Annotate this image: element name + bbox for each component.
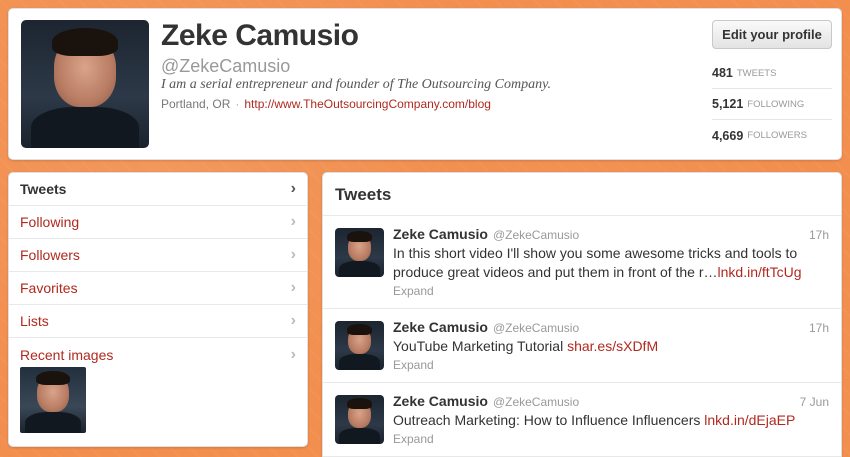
stat-following[interactable]: 5,121 FOLLOWING xyxy=(712,89,832,120)
tweet-text: YouTube Marketing Tutorial xyxy=(393,338,564,354)
nav-item-label: Favorites xyxy=(20,280,78,296)
tweet-timestamp[interactable]: 17h xyxy=(809,321,829,335)
edit-profile-button[interactable]: Edit your profile xyxy=(712,20,832,49)
nav-item-label: Tweets xyxy=(20,181,67,197)
tweet-link[interactable]: lnkd.in/ftTcUg xyxy=(718,264,802,280)
profile-stats: 481 TWEETS 5,121 FOLLOWING 4,669 FOLLOWE… xyxy=(712,58,832,151)
nav-item-following[interactable]: Following › xyxy=(9,206,307,239)
nav-item-followers[interactable]: Followers › xyxy=(9,239,307,272)
tweet-author-name[interactable]: Zeke Camusio xyxy=(393,393,488,409)
profile-bio: I am a serial entrepreneur and founder o… xyxy=(161,77,552,92)
chevron-right-icon: › xyxy=(290,279,296,296)
nav-item-lists[interactable]: Lists › xyxy=(9,305,307,338)
tweet-item[interactable]: Zeke Camusio @ZekeCamusio 7 Jun Outreach… xyxy=(323,383,841,457)
stat-label: TWEETS xyxy=(736,67,777,79)
profile-avatar[interactable] xyxy=(21,20,149,148)
stat-value: 4,669 xyxy=(712,128,744,143)
tweet-expand-link[interactable]: Expand xyxy=(393,358,829,372)
tweet-expand-link[interactable]: Expand xyxy=(393,432,829,446)
stat-label: FOLLOWING xyxy=(747,98,805,110)
tweet-author-handle[interactable]: @ZekeCamusio xyxy=(493,228,579,242)
tweets-heading: Tweets xyxy=(323,173,841,216)
tweet-avatar[interactable] xyxy=(335,395,384,444)
tweet-timestamp[interactable]: 7 Jun xyxy=(800,395,829,409)
chevron-right-icon: › xyxy=(290,213,296,230)
profile-nav: Tweets › Following › Followers › Favorit… xyxy=(8,172,308,447)
tweet-item[interactable]: Zeke Camusio @ZekeCamusio 17h YouTube Ma… xyxy=(323,309,841,383)
profile-location: Portland, OR xyxy=(161,97,231,111)
nav-item-label: Following xyxy=(20,214,80,230)
tweet-author-name[interactable]: Zeke Camusio xyxy=(393,226,488,242)
nav-item-label: Recent images xyxy=(20,346,114,363)
profile-name: Zeke Camusio xyxy=(161,19,359,52)
stat-tweets[interactable]: 481 TWEETS xyxy=(712,58,832,89)
nav-item-favorites[interactable]: Favorites › xyxy=(9,272,307,305)
tweet-link[interactable]: lnkd.in/dEjaEP xyxy=(704,412,795,428)
nav-item-label: Lists xyxy=(20,313,49,329)
profile-url-link[interactable]: http://www.TheOutsourcingCompany.com/blo… xyxy=(244,97,491,111)
tweet-author-handle[interactable]: @ZekeCamusio xyxy=(493,321,579,335)
nav-item-label: Followers xyxy=(20,247,80,263)
tweet-expand-link[interactable]: Expand xyxy=(393,284,829,298)
stat-label: FOLLOWERS xyxy=(747,130,807,141)
chevron-right-icon: › xyxy=(290,345,296,363)
tweet-author-name[interactable]: Zeke Camusio xyxy=(393,319,488,335)
profile-location-line: Portland, OR · http://www.TheOutsourcingCo… xyxy=(161,97,491,111)
tweet-text: Outreach Marketing: How to Influence Inf… xyxy=(393,412,701,428)
tweet-link[interactable]: shar.es/sXDfM xyxy=(567,338,658,354)
tweets-timeline: Tweets Zeke Camusio @ZekeCamusio 17h In … xyxy=(322,172,842,457)
profile-handle: @ZekeCamusio xyxy=(161,56,291,76)
nav-item-tweets[interactable]: Tweets › xyxy=(9,173,307,206)
chevron-right-icon: › xyxy=(290,180,296,197)
chevron-right-icon: › xyxy=(290,246,296,263)
tweet-item[interactable]: Zeke Camusio @ZekeCamusio 17h In this sh… xyxy=(323,216,841,309)
chevron-right-icon: › xyxy=(290,312,296,329)
recent-image-thumbnail[interactable] xyxy=(20,367,86,433)
tweet-timestamp[interactable]: 17h xyxy=(809,228,829,242)
stat-value: 5,121 xyxy=(712,97,744,111)
stat-value: 481 xyxy=(712,66,733,80)
tweet-avatar[interactable] xyxy=(335,321,384,370)
tweet-avatar[interactable] xyxy=(335,228,384,277)
stat-followers[interactable]: 4,669 FOLLOWERS xyxy=(712,120,832,151)
tweet-author-handle[interactable]: @ZekeCamusio xyxy=(493,395,579,409)
location-separator: · xyxy=(235,97,240,111)
profile-header: Zeke Camusio @ZekeCamusio I am a serial … xyxy=(8,8,842,160)
